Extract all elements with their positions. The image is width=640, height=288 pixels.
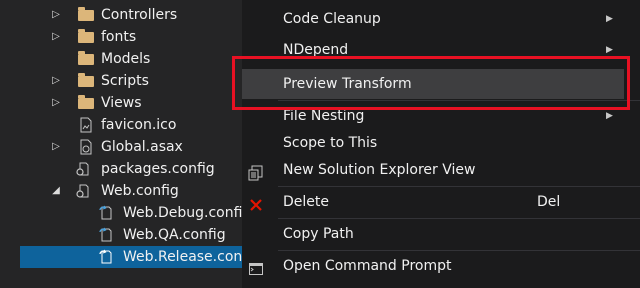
tree-item-label: favicon.ico [101,117,177,133]
tree-item-packages-config[interactable]: packages.config [20,158,242,180]
image-file-icon [78,117,94,133]
menu-item-label: Preview Transform [283,76,412,92]
menu-item-label: File Nesting [283,108,365,124]
new-view-icon [248,162,264,181]
menu-item-label: Delete [283,194,329,210]
menu-item-label: NDepend [283,42,349,58]
menu-item-copy-path[interactable]: Copy Path [242,219,640,249]
tree-item-label: Web.Release.config [123,249,242,265]
tree-item-models[interactable]: Models [20,48,242,70]
submenu-arrow-icon: ▶ [606,14,613,24]
menu-item-shortcut: Del [537,194,561,210]
tree-item-label: Models [101,51,151,67]
expand-arrow-icon[interactable]: ▷ [50,136,62,158]
submenu-arrow-icon: ▶ [606,111,613,121]
menu-item-ndepend[interactable]: NDepend ▶ [242,35,640,65]
transform-config-icon [98,227,114,243]
tree-item-label: Global.asax [101,139,183,155]
tree-item-web-debug-config[interactable]: Web.Debug.config [20,202,242,224]
command-prompt-icon [248,258,264,275]
menu-item-preview-transform[interactable]: Preview Transform [242,69,624,99]
config-file-icon [75,161,91,177]
menu-item-open-command-prompt[interactable]: Open Command Prompt [242,251,640,281]
context-menu: Code Cleanup ▶ NDepend ▶ Preview Transfo… [242,0,640,288]
tree-item-fonts[interactable]: ▷ fonts [20,26,242,48]
folder-icon [78,29,94,45]
expand-arrow-icon[interactable]: ▷ [50,26,62,48]
tree-item-web-config[interactable]: ◢ Web.config [20,180,242,202]
menu-item-label: Scope to This [283,135,378,151]
tree-item-label: Web.config [101,183,179,199]
config-file-icon [75,183,91,199]
menu-item-code-cleanup[interactable]: Code Cleanup ▶ [242,4,640,34]
tree-item-scripts[interactable]: ▷ Scripts [20,70,242,92]
tree-item-label: Views [101,95,142,111]
tree-item-web-release-config[interactable]: Web.Release.config [20,246,242,268]
partial-menu-icon [248,282,258,288]
solution-explorer-tree: ▷ Controllers ▷ fonts Models ▷ Scripts ▷… [0,0,242,288]
folder-icon [78,51,94,67]
menu-item-new-solution-explorer-view[interactable]: New Solution Explorer View [242,155,640,185]
asax-file-icon [78,139,94,155]
folder-icon [78,95,94,111]
tree-item-label: packages.config [101,161,215,177]
menu-item-file-nesting[interactable]: File Nesting ▶ [242,101,640,131]
menu-item-label: Open Command Prompt [283,258,452,274]
tree-item-views[interactable]: ▷ Views [20,92,242,114]
tree-item-web-qa-config[interactable]: Web.QA.config [20,224,242,246]
transform-config-icon [98,249,114,265]
expand-arrow-icon[interactable]: ▷ [50,4,62,26]
expand-arrow-icon[interactable]: ▷ [50,92,62,114]
menu-item-scope-to-this[interactable]: Scope to This [242,128,640,158]
collapse-arrow-icon[interactable]: ◢ [50,180,62,202]
submenu-arrow-icon: ▶ [606,45,613,55]
tree-item-label: Scripts [101,73,149,89]
menu-item-label: New Solution Explorer View [283,162,476,178]
folder-icon [78,73,94,89]
tree-item-label: fonts [101,29,137,45]
tree-item-label: Web.QA.config [123,227,226,243]
menu-item-delete[interactable]: Delete Del [242,187,640,217]
tree-item-global-asax[interactable]: ▷ Global.asax [20,136,242,158]
transform-config-icon [98,205,114,221]
tree-item-controllers[interactable]: ▷ Controllers [20,4,242,26]
tree-item-label: Controllers [101,7,178,23]
delete-x-icon [248,194,264,211]
folder-icon [78,7,94,23]
menu-item-label: Code Cleanup [283,11,381,27]
menu-item-label: Copy Path [283,226,354,242]
tree-item-favicon[interactable]: favicon.ico [20,114,242,136]
tree-item-label: Web.Debug.config [123,205,242,221]
expand-arrow-icon[interactable]: ▷ [50,70,62,92]
